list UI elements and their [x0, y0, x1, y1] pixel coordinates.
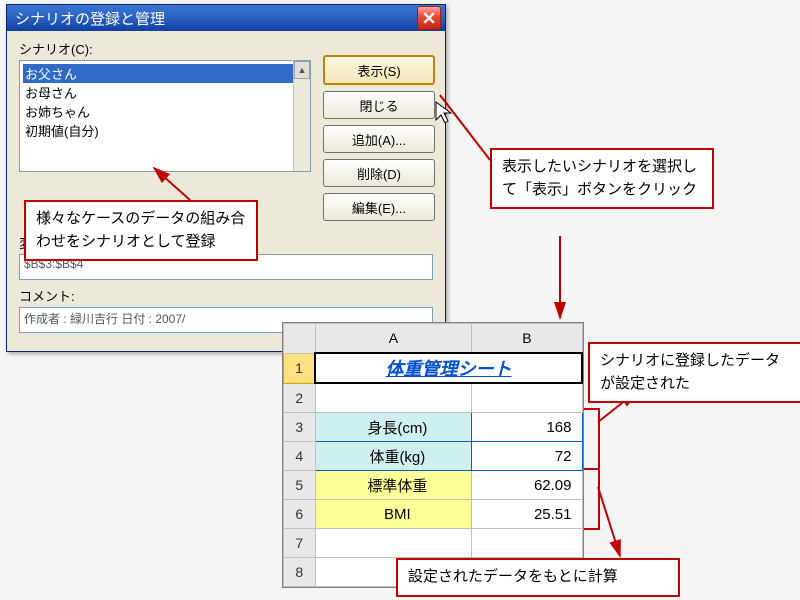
close-icon[interactable] — [417, 6, 441, 30]
delete-button[interactable]: 削除(D) — [323, 159, 435, 187]
list-item[interactable]: 初期値(自分) — [23, 121, 307, 140]
list-item[interactable]: お父さん — [23, 64, 307, 83]
spreadsheet: A B 1 体重管理シート 2 3 身長(cm) 168 4 体重(kg) 72… — [282, 322, 584, 588]
scenario-list-label: シナリオ(C): — [19, 39, 311, 58]
cell-title[interactable]: 体重管理シート — [315, 353, 582, 383]
dialog-titlebar[interactable]: シナリオの登録と管理 — [7, 5, 445, 31]
callout-scenarios: 様々なケースのデータの組み合わせをシナリオとして登録 — [24, 200, 258, 261]
bracket-input — [584, 408, 600, 470]
cell[interactable] — [315, 383, 472, 413]
row-header[interactable]: 8 — [284, 558, 316, 587]
add-button[interactable]: 追加(A)... — [323, 125, 435, 153]
list-item[interactable]: お姉ちゃん — [23, 102, 307, 121]
row-header[interactable]: 6 — [284, 500, 316, 529]
row-header[interactable]: 5 — [284, 471, 316, 500]
cell[interactable] — [315, 529, 472, 558]
scrollbar[interactable]: ▲ — [293, 61, 310, 171]
show-button[interactable]: 表示(S) — [323, 55, 435, 85]
row-header[interactable]: 7 — [284, 529, 316, 558]
cell[interactable]: 身長(cm) — [315, 413, 472, 442]
row-header[interactable]: 1 — [284, 353, 316, 383]
dialog-title: シナリオの登録と管理 — [15, 8, 165, 29]
cell[interactable] — [472, 529, 582, 558]
cell[interactable]: 168 — [472, 413, 582, 442]
col-header-b[interactable]: B — [472, 324, 582, 354]
cell[interactable]: BMI — [315, 500, 472, 529]
row-header[interactable]: 4 — [284, 442, 316, 471]
row-header[interactable]: 2 — [284, 383, 316, 413]
cell[interactable]: 体重(kg) — [315, 442, 472, 471]
cell[interactable] — [472, 383, 582, 413]
callout-set: シナリオに登録したデータが設定された — [588, 342, 800, 403]
cell[interactable]: 72 — [472, 442, 582, 471]
cursor-icon — [434, 100, 454, 126]
sheet-corner[interactable] — [284, 324, 316, 354]
close-button[interactable]: 閉じる — [323, 91, 435, 119]
scenario-manager-dialog: シナリオの登録と管理 シナリオ(C): お父さん お母さん お姉ちゃん 初期値(… — [6, 4, 446, 352]
scroll-up-icon[interactable]: ▲ — [294, 61, 310, 79]
col-header-a[interactable]: A — [315, 324, 472, 354]
edit-button[interactable]: 編集(E)... — [323, 193, 435, 221]
cell[interactable]: 62.09 — [472, 471, 582, 500]
scenario-listbox[interactable]: お父さん お母さん お姉ちゃん 初期値(自分) ▲ — [19, 60, 311, 172]
cell[interactable]: 標準体重 — [315, 471, 472, 500]
callout-calc: 設定されたデータをもとに計算 — [396, 558, 680, 597]
comment-label: コメント: — [19, 286, 433, 305]
list-item[interactable]: お母さん — [23, 83, 307, 102]
bracket-output — [584, 468, 600, 530]
cell[interactable]: 25.51 — [472, 500, 582, 529]
callout-show: 表示したいシナリオを選択して「表示」ボタンをクリック — [490, 148, 714, 209]
row-header[interactable]: 3 — [284, 413, 316, 442]
